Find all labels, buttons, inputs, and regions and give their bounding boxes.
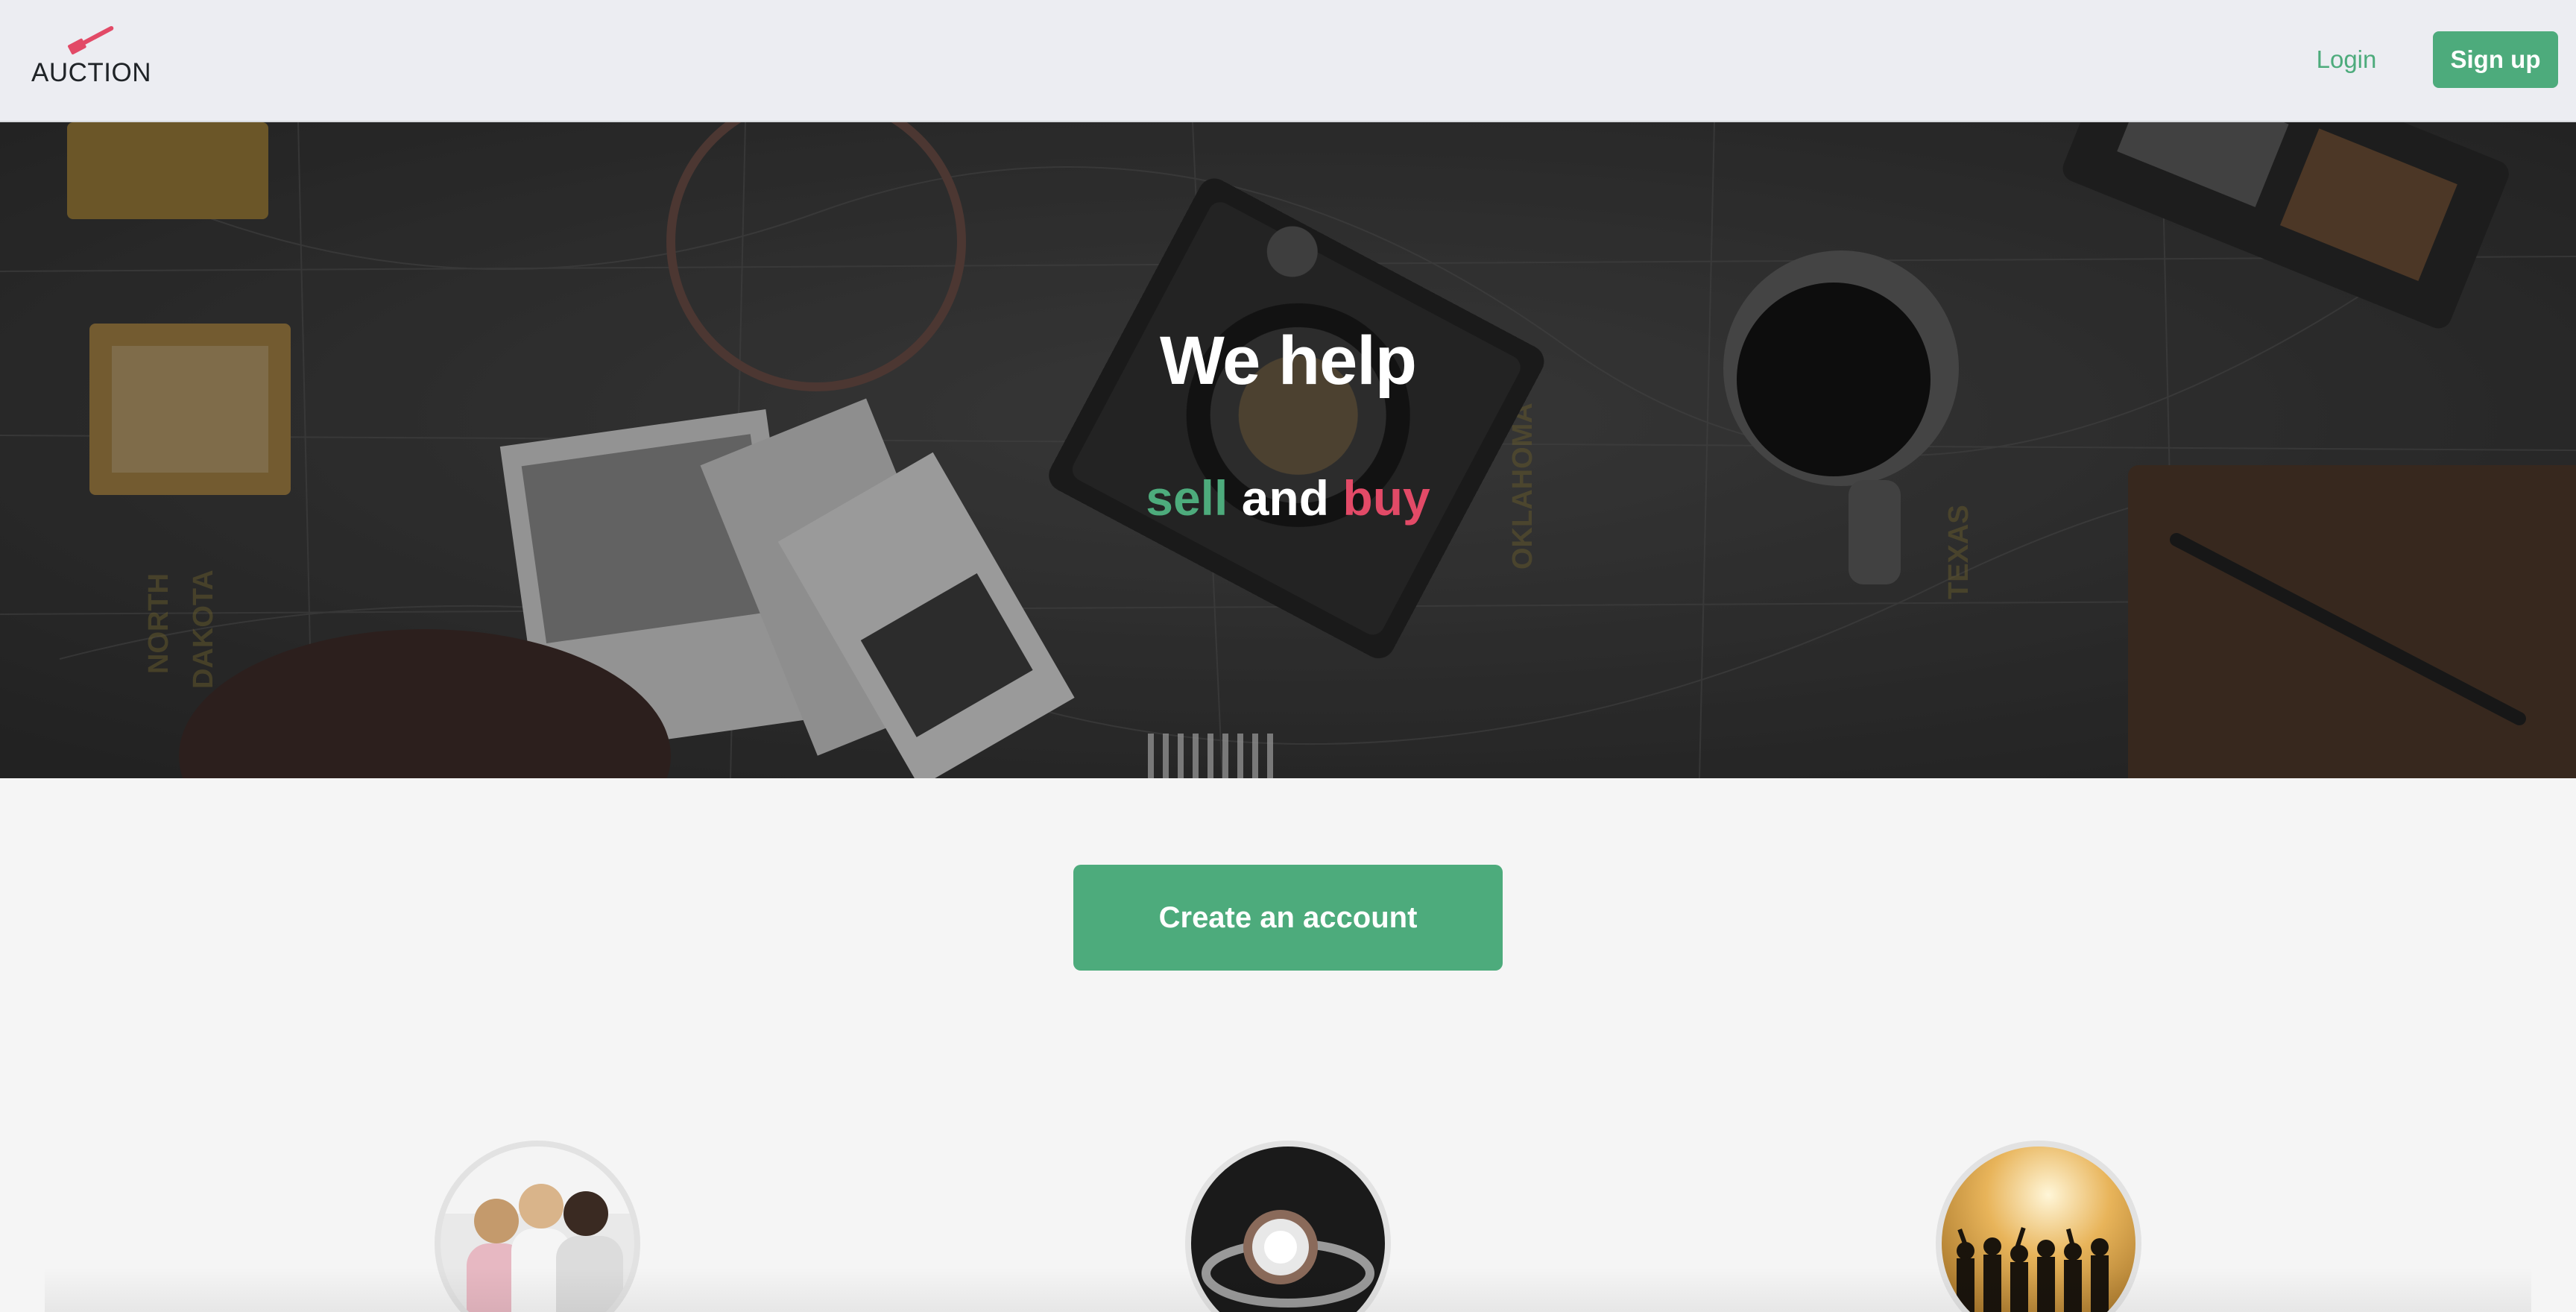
hero-subtitle-buy: buy	[1342, 470, 1430, 526]
create-account-button[interactable]: Create an account	[1073, 865, 1503, 971]
signup-button[interactable]: Sign up	[2433, 31, 2558, 88]
logo[interactable]: AUCTION	[31, 25, 158, 89]
friends-shopping-photo	[435, 1141, 640, 1312]
login-link[interactable]: Login	[2287, 31, 2406, 88]
diamond-ring-photo	[1185, 1141, 1391, 1312]
hero-overlay	[0, 122, 2576, 778]
page: AUCTION Login Sign up NORTH DAKOTA OKLAH…	[0, 0, 2576, 1312]
gavel-icon	[68, 25, 114, 55]
hero-subtitle: sell and buy	[0, 470, 2576, 526]
hero-subtitle-sell: sell	[1146, 470, 1228, 526]
group-silhouette-sunset-photo	[1936, 1141, 2141, 1312]
hero-section: NORTH DAKOTA OKLAHOMA TEXAS We help sell…	[0, 122, 2576, 778]
logo-text: AUCTION	[31, 58, 151, 87]
header: AUCTION Login Sign up	[0, 0, 2576, 122]
hero-title: We help	[1159, 323, 1417, 399]
hero-subtitle-and: and	[1241, 470, 1330, 526]
